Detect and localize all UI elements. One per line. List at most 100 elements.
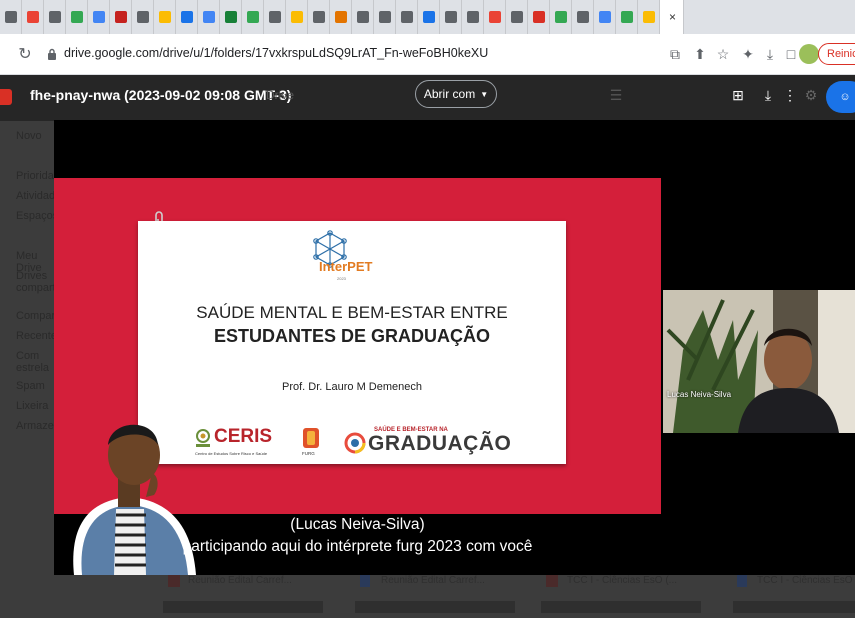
background-file: Reunião Edital Carref... [188, 575, 292, 586]
google-lens-icon[interactable]: ⧉ [665, 44, 685, 64]
file-thumbnail [733, 601, 855, 613]
background-sidebar-item: Drives compartilhados [16, 270, 54, 294]
browser-tab[interactable] [462, 0, 484, 34]
file-type-icon [737, 575, 747, 587]
tab-favicon-icon [510, 11, 523, 23]
video-player[interactable]: InterPET 2023 SAÚDE MENTAL E BEM-ESTAR E… [54, 120, 855, 575]
profile-avatar[interactable] [799, 44, 819, 64]
tab-favicon-icon [136, 11, 149, 23]
tab-favicon-icon [26, 11, 39, 23]
tab-favicon-icon [4, 11, 17, 23]
browser-tab[interactable] [374, 0, 396, 34]
download-icon[interactable]: ⤓ [760, 44, 780, 64]
browser-tab[interactable] [88, 0, 110, 34]
browser-tab[interactable] [308, 0, 330, 34]
address-toolbar: ↻ drive.google.com/drive/u/1/folders/17v… [0, 34, 855, 75]
close-tab-icon[interactable]: × [669, 10, 676, 24]
tab-favicon-icon [114, 11, 127, 23]
browser-tab[interactable] [418, 0, 440, 34]
background-sidebar-item: Lixeira [16, 400, 49, 412]
viewer-header: fhe-pnay-nwa (2023-09-02 09:08 GMT-3) Dr… [0, 75, 855, 121]
browser-tab-active[interactable]: × [660, 0, 684, 34]
caption-speaker: (Lucas Neiva-Silva) [290, 516, 425, 533]
browser-tab[interactable] [528, 0, 550, 34]
browser-tab[interactable] [286, 0, 308, 34]
tab-favicon-icon [224, 11, 237, 23]
browser-tab[interactable] [132, 0, 154, 34]
tab-favicon-icon [620, 11, 633, 23]
browser-tab[interactable] [176, 0, 198, 34]
browser-tab[interactable] [264, 0, 286, 34]
file-type-icon [546, 575, 558, 587]
slide-title-line1: SAÚDE MENTAL E BEM-ESTAR ENTRE [196, 303, 508, 322]
filter-icon: ☰ [609, 86, 623, 103]
browser-tab[interactable] [198, 0, 220, 34]
caption-text: participando aqui do intérprete furg 202… [182, 538, 533, 555]
browser-tab[interactable] [484, 0, 506, 34]
add-comment-icon[interactable]: ⊞ [727, 84, 749, 106]
background-sidebar-item: Armazenamento [16, 420, 54, 432]
browser-tab[interactable] [572, 0, 594, 34]
open-with-button[interactable]: Abrir com ▼ [415, 80, 497, 108]
browser-tab[interactable] [594, 0, 616, 34]
browser-tab[interactable] [638, 0, 660, 34]
tab-favicon-icon [444, 11, 457, 23]
browser-tab[interactable] [220, 0, 242, 34]
participant-name: Lucas Neiva-Silva [667, 390, 732, 399]
live-captions: (Lucas Neiva-Silva) participando aqui do… [54, 514, 661, 558]
browser-tab[interactable] [616, 0, 638, 34]
background-sidebar-item: Espaços [16, 210, 54, 222]
file-thumbnail [541, 601, 701, 613]
tab-favicon-icon [356, 11, 369, 23]
file-thumbnail [163, 601, 323, 613]
tab-favicon-icon [48, 11, 61, 23]
browser-tab[interactable] [44, 0, 66, 34]
browser-tab[interactable] [550, 0, 572, 34]
furg-logo-icon [303, 428, 319, 448]
browser-tab[interactable] [440, 0, 462, 34]
browser-tab[interactable] [22, 0, 44, 34]
tab-favicon-icon [576, 11, 589, 23]
slide-author: Prof. Dr. Lauro M Demenech [281, 381, 422, 393]
furg-label: FURG [302, 451, 315, 456]
extensions-icon[interactable]: ✦ [738, 44, 758, 64]
logo-year: 2023 [337, 276, 346, 281]
url-field[interactable]: drive.google.com/drive/u/1/folders/17vxk… [64, 46, 488, 60]
person-add-icon[interactable]: ☺ [834, 86, 855, 108]
tab-favicon-icon [180, 11, 193, 23]
participant-camera-feed: Lucas Neiva-Silva [663, 290, 855, 433]
tab-strip: × [0, 0, 855, 34]
share-page-icon[interactable]: ⬆ [690, 44, 710, 64]
download-file-icon[interactable]: ⤓ [757, 84, 779, 106]
browser-tab[interactable] [396, 0, 418, 34]
file-type-icon [360, 575, 370, 587]
browser-tab[interactable] [66, 0, 88, 34]
background-file: TCC I - Ciências EsO (... [757, 575, 855, 586]
background-sidebar-item: Com estrela [16, 350, 50, 374]
restart-button[interactable]: Reinic [818, 43, 855, 65]
tab-favicon-icon [554, 11, 567, 23]
browser-tab[interactable] [110, 0, 132, 34]
tab-favicon-icon [312, 11, 325, 23]
tab-favicon-icon [158, 11, 171, 23]
background-file: Reunião Edital Carref... [381, 575, 485, 586]
tab-favicon-icon [268, 11, 281, 23]
more-options-icon[interactable]: ⋮ [779, 84, 801, 106]
browser-tab[interactable] [242, 0, 264, 34]
bookmark-star-icon[interactable]: ☆ [713, 44, 733, 64]
background-sidebar: NovoPrioridadeAtividadeEspaçosMeu DriveD… [0, 130, 54, 470]
tab-favicon-icon [334, 11, 347, 23]
tab-favicon-icon [598, 11, 611, 23]
file-title: fhe-pnay-nwa (2023-09-02 09:08 GMT-3) [30, 87, 292, 103]
ceris-logo-text: CERIS [214, 426, 273, 447]
browser-tab[interactable] [330, 0, 352, 34]
tab-favicon-icon [466, 11, 479, 23]
browser-tab[interactable] [0, 0, 22, 34]
reload-icon[interactable]: ↻ [14, 43, 36, 65]
browser-tab[interactable] [154, 0, 176, 34]
tab-favicon-icon [92, 11, 105, 23]
side-panel-icon[interactable]: □ [781, 44, 801, 64]
browser-tab[interactable] [352, 0, 374, 34]
background-sidebar-item: Atividade [16, 190, 54, 202]
browser-tab[interactable] [506, 0, 528, 34]
